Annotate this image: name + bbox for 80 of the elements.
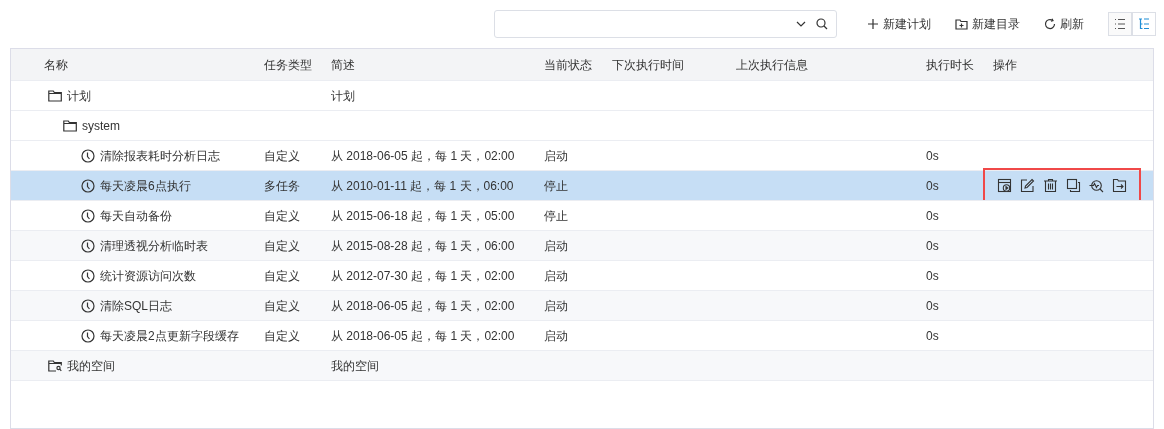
plus-icon	[867, 18, 879, 30]
tree-node-label: 计划	[67, 87, 91, 105]
tree-node-label: system	[82, 117, 120, 135]
table-cell: 0s	[926, 178, 939, 193]
column-header: 下次执行时间	[612, 57, 684, 72]
shared-folder-icon	[48, 359, 62, 372]
search-icon	[816, 18, 828, 30]
table-row[interactable]: 每天凌晨6点执行 多任务 从 2010-01-11 起，每 1 天，06:00 停止 0s	[11, 170, 1153, 200]
table-cell: 从 2015-06-18 起，每 1 天，05:00	[331, 208, 515, 223]
edit-icon[interactable]	[1020, 178, 1035, 193]
copy-icon[interactable]	[1066, 178, 1081, 193]
tree-node-label: 清除SQL日志	[100, 297, 172, 315]
table-cell: 0s	[926, 268, 939, 283]
table-cell: 多任务	[264, 178, 300, 193]
schedule-run-icon[interactable]	[997, 178, 1012, 193]
clock-icon	[81, 328, 95, 343]
toolbar-button[interactable]: 新建计划	[859, 10, 939, 38]
tree-node-label: 我的空间	[67, 357, 115, 375]
tree-node-label: 清理透视分析临时表	[100, 237, 208, 255]
toolbar-button[interactable]: 新建目录	[947, 10, 1028, 38]
table-cell: 从 2010-01-11 起，每 1 天，06:00	[331, 178, 514, 193]
table-cell: 从 2015-08-28 起，每 1 天，06:00	[331, 238, 515, 253]
clock-icon	[81, 268, 95, 283]
table-cell: 自定义	[264, 268, 300, 283]
tree-node-label: 每天凌晨6点执行	[100, 177, 191, 195]
table-cell: 启动	[544, 268, 568, 283]
tree-node-label: 每天凌晨2点更新字段缓存	[100, 327, 239, 345]
table-cell: 从 2018-06-05 起，每 1 天，02:00	[331, 148, 515, 163]
column-header: 执行时长	[926, 57, 974, 72]
refresh-icon	[1044, 18, 1056, 30]
table-cell: 0s	[926, 148, 939, 163]
folder-icon	[48, 89, 62, 102]
search-field[interactable]	[494, 10, 837, 38]
table-row[interactable]: 清除SQL日志 自定义 从 2018-06-05 起，每 1 天，02:00 启动 0s	[11, 290, 1153, 320]
table-cell: 自定义	[264, 298, 300, 313]
table-cell: 0s	[926, 238, 939, 253]
tree-node-label: 统计资源访问次数	[100, 267, 196, 285]
tree-node-label: 清除报表耗时分析日志	[100, 147, 220, 165]
move-to-folder-icon[interactable]	[1112, 178, 1127, 193]
search-pulse-icon[interactable]	[1089, 178, 1104, 193]
tree-view-button[interactable]	[1132, 12, 1156, 36]
table-cell: 启动	[544, 148, 568, 163]
table-cell: 自定义	[264, 328, 300, 343]
table-cell: 停止	[544, 178, 568, 193]
clock-icon	[81, 208, 95, 223]
table-cell: 停止	[544, 208, 568, 223]
column-header: 任务类型	[264, 57, 312, 72]
table-row[interactable]: 我的空间 我的空间	[11, 350, 1153, 380]
tree-view-icon	[1138, 18, 1150, 30]
toolbar-button[interactable]: 刷新	[1036, 10, 1092, 38]
table-cell: 从 2012-07-30 起，每 1 天，02:00	[331, 268, 515, 283]
table-cell: 启动	[544, 298, 568, 313]
column-header: 操作	[993, 57, 1017, 72]
table-cell: 我的空间	[331, 358, 379, 373]
column-header: 当前状态	[544, 57, 592, 72]
table-cell: 从 2018-06-05 起，每 1 天，02:00	[331, 328, 515, 343]
clock-icon	[81, 178, 95, 193]
list-view-icon	[1114, 18, 1126, 30]
table-cell: 自定义	[264, 148, 300, 163]
table-cell: 从 2018-06-05 起，每 1 天，02:00	[331, 298, 515, 313]
table-cell: 计划	[331, 88, 355, 103]
column-header: 上次执行信息	[736, 57, 808, 72]
table-cell: 0s	[926, 298, 939, 313]
table-cell: 启动	[544, 238, 568, 253]
column-header: 简述	[331, 57, 355, 72]
table-cell: 自定义	[264, 208, 300, 223]
table-cell: 自定义	[264, 238, 300, 253]
table-cell: 0s	[926, 328, 939, 343]
clock-icon	[81, 238, 95, 253]
table-row[interactable]: 清理透视分析临时表 自定义 从 2015-08-28 起，每 1 天，06:00 启动 0s	[11, 230, 1153, 260]
column-header: 名称	[44, 57, 68, 72]
trash-icon[interactable]	[1043, 178, 1058, 193]
folder-plus-icon	[955, 18, 968, 30]
table-cell: 0s	[926, 208, 939, 223]
tree-node-label: 每天自动备份	[100, 207, 172, 225]
folder-icon	[63, 119, 77, 132]
clock-icon	[81, 298, 95, 313]
list-view-button[interactable]	[1108, 12, 1132, 36]
clock-icon	[81, 148, 95, 163]
table-cell: 启动	[544, 328, 568, 343]
